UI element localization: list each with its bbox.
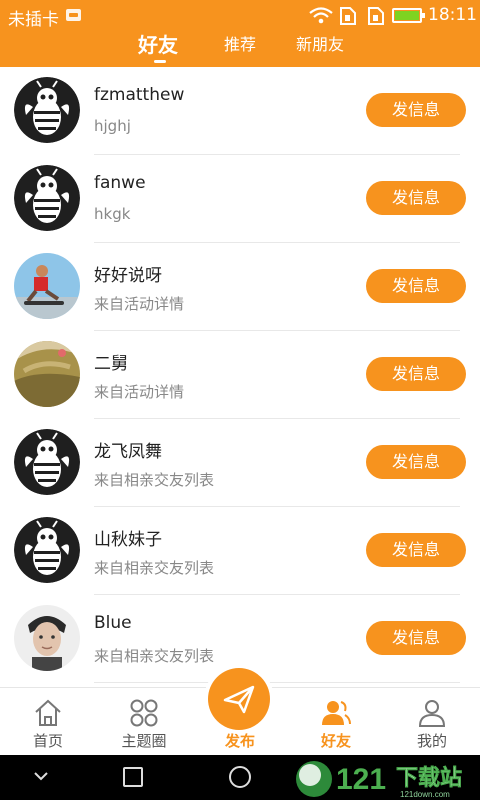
avatar-bee[interactable] (14, 165, 80, 231)
friend-row[interactable]: fzmatthew hjghj 发信息 (0, 67, 480, 155)
avatar-bee[interactable] (14, 517, 80, 583)
send-message-button[interactable]: 发信息 (366, 621, 466, 655)
friend-name: 山秋妹子 (94, 530, 162, 550)
friend-name: 好好说呀 (94, 266, 162, 286)
friend-subtitle: 来自活动详情 (94, 295, 185, 313)
bottom-tab-label: 主题圈 (121, 732, 167, 750)
tab-new-friends[interactable]: 新朋友 (296, 28, 344, 62)
avatar-portrait-photo[interactable] (14, 605, 80, 671)
friend-subtitle: hjghj (94, 117, 131, 135)
status-time: 18:11 (428, 5, 477, 25)
send-message-button[interactable]: 发信息 (366, 357, 466, 391)
paper-plane-icon (223, 685, 255, 714)
friend-subtitle: hkgk (94, 205, 131, 223)
bottom-tab-label: 我的 (416, 732, 447, 750)
friend-subtitle: 来自相亲交友列表 (94, 471, 215, 489)
nav-back-icon[interactable] (30, 765, 52, 787)
row-divider (94, 682, 460, 683)
status-bar: 未插卡 18:11 (0, 0, 480, 30)
site-watermark: 121 下载站 121down.com (292, 755, 480, 800)
friend-row[interactable]: 二舅 来自活动详情 发信息 (0, 331, 480, 419)
signal-2-icon (368, 7, 384, 25)
bottom-tab-friends[interactable]: 好友 (288, 688, 384, 756)
friend-subtitle: 来自相亲交友列表 (94, 559, 215, 577)
nav-home-button[interactable] (229, 766, 251, 788)
send-message-button[interactable]: 发信息 (366, 93, 466, 127)
avatar-bee[interactable] (14, 77, 80, 143)
send-message-button[interactable]: 发信息 (366, 533, 466, 567)
bottom-tab-home[interactable]: 首页 (0, 688, 96, 756)
sim-icon (66, 9, 81, 21)
watermark-logo: 121 下载站 121down.com (296, 761, 462, 799)
send-message-button[interactable]: 发信息 (366, 269, 466, 303)
active-tab-indicator (154, 60, 166, 63)
publish-button[interactable] (208, 668, 270, 730)
profile-icon (418, 700, 446, 727)
friend-name: fzmatthew (94, 85, 185, 105)
grid-icon (130, 699, 158, 727)
carrier-label: 未插卡 (8, 10, 59, 30)
friend-name: fanwe (94, 173, 146, 193)
avatar-bee[interactable] (14, 429, 80, 495)
friend-row[interactable]: 山秋妹子 来自相亲交友列表 发信息 (0, 507, 480, 595)
friend-name: 龙飞凤舞 (94, 442, 162, 462)
signal-1-icon (340, 7, 356, 25)
friend-row[interactable]: 好好说呀 来自活动详情 发信息 (0, 243, 480, 331)
bottom-tab-label: 首页 (32, 732, 63, 750)
friend-list: fzmatthew hjghj 发信息 fanwe hkgk 发信息 好好说呀 … (0, 67, 480, 687)
friend-subtitle: 来自相亲交友列表 (94, 647, 215, 665)
avatar-landscape-photo[interactable] (14, 341, 80, 407)
avatar-skateboard-photo[interactable] (14, 253, 80, 319)
tab-recommend[interactable]: 推荐 (224, 28, 256, 62)
wifi-icon (309, 7, 333, 24)
home-icon (35, 699, 61, 726)
friend-row[interactable]: fanwe hkgk 发信息 (0, 155, 480, 243)
bottom-tab-label: 发布 (224, 732, 255, 750)
nav-recents-button[interactable] (123, 767, 143, 787)
friend-name: Blue (94, 613, 132, 633)
send-message-button[interactable]: 发信息 (366, 445, 466, 479)
friend-name: 二舅 (94, 354, 128, 374)
tab-friends[interactable]: 好友 (138, 28, 178, 62)
bottom-tab-label: 好友 (320, 732, 351, 750)
battery-icon (392, 8, 425, 23)
watermark-text: 下载站 (396, 765, 462, 791)
send-message-button[interactable]: 发信息 (366, 181, 466, 215)
bottom-tab-topics[interactable]: 主题圈 (96, 688, 192, 756)
bottom-tab-profile[interactable]: 我的 (384, 688, 480, 756)
friends-icon (322, 701, 351, 725)
svg-text:121: 121 (336, 763, 386, 796)
friend-subtitle: 来自活动详情 (94, 383, 185, 401)
friend-row[interactable]: 龙飞凤舞 来自相亲交友列表 发信息 (0, 419, 480, 507)
watermark-sub: 121down.com (400, 790, 450, 799)
top-tabs: 好友 推荐 新朋友 (0, 28, 480, 64)
